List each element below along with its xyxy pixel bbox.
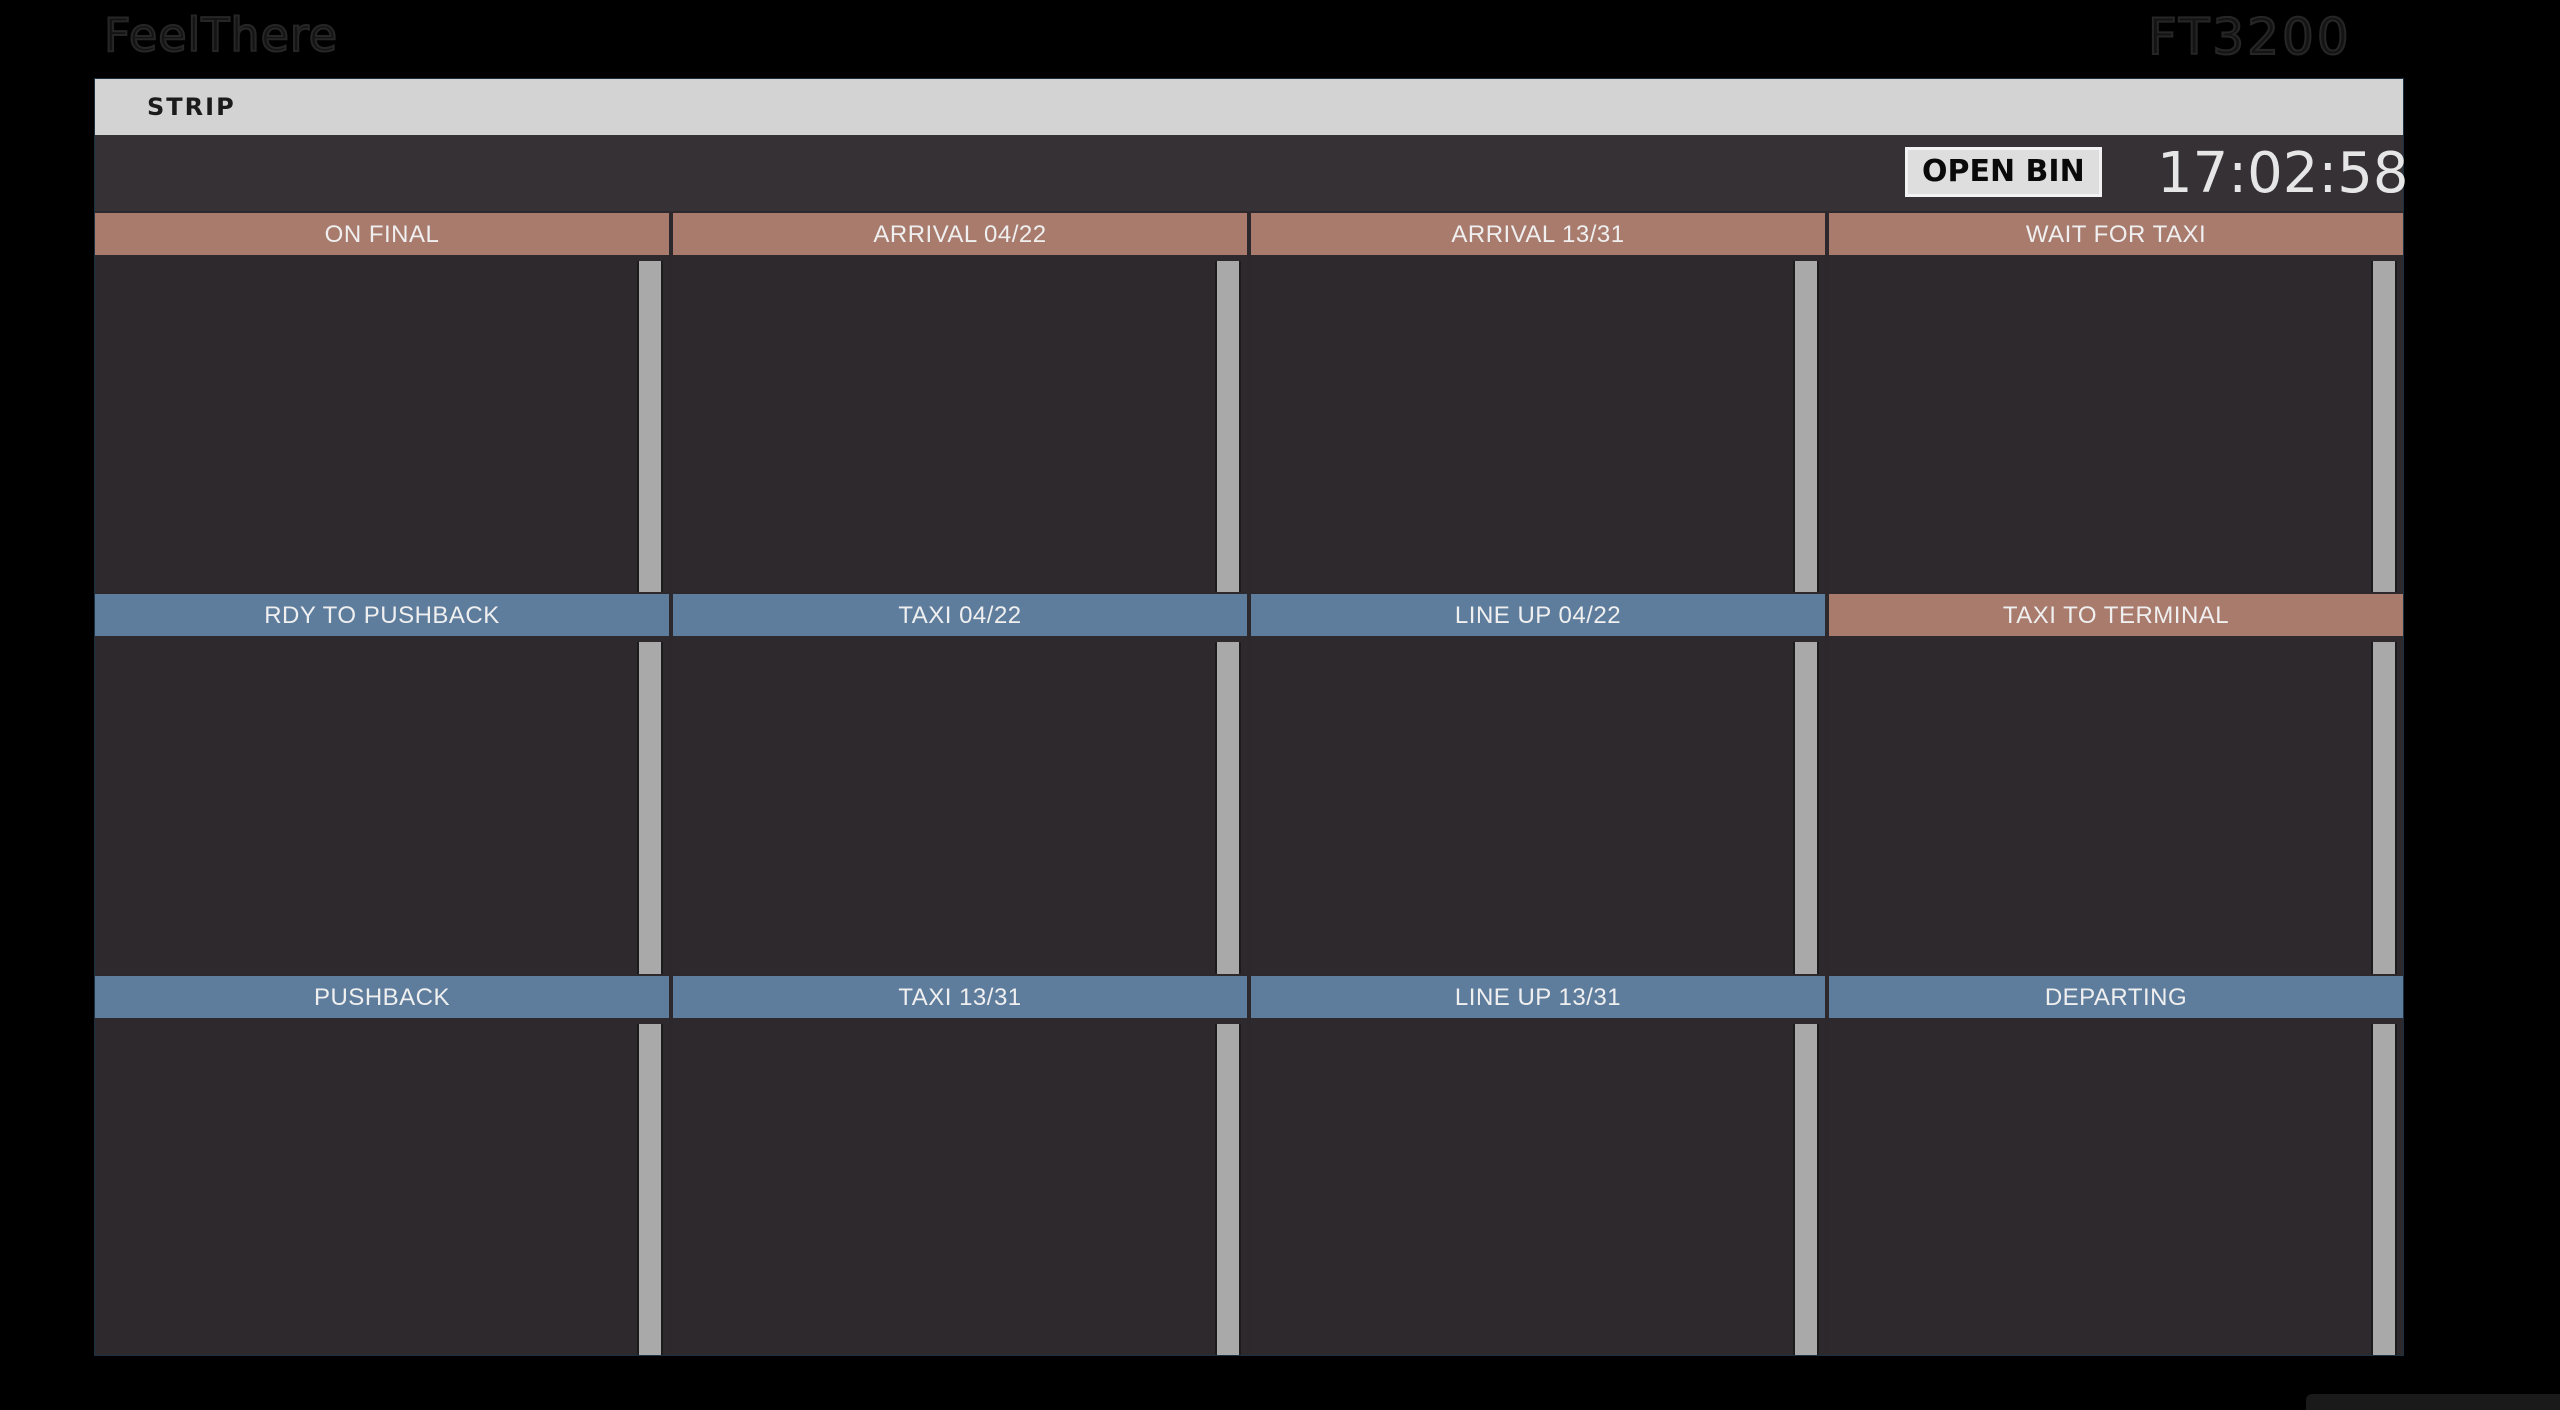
- brand-logo-feelthere: FeelThere: [103, 7, 339, 63]
- brand-logo-ft3200: FT3200: [2147, 7, 2352, 67]
- system-taskbar-edge: [2306, 1394, 2560, 1410]
- bay-scrollbar[interactable]: [637, 1023, 663, 1355]
- bay-strip-area[interactable]: [1251, 636, 1825, 974]
- bay-taxi-04-22[interactable]: TAXI 04/22: [673, 594, 1247, 974]
- strip-bay-grid: ON FINAL ARRIVAL 04/22 ARRIVAL 13/31 WAI…: [95, 213, 2403, 1355]
- bay-scrollbar[interactable]: [1215, 1023, 1241, 1355]
- bay-strip-area[interactable]: [673, 636, 1247, 974]
- bay-header: PUSHBACK: [95, 975, 669, 1018]
- bay-strip-area[interactable]: [95, 1017, 669, 1355]
- bay-header: TAXI TO TERMINAL: [1829, 594, 2403, 637]
- strip-window: STRIP OPEN BIN 17:02:58 ON FINAL ARRIVAL…: [94, 78, 2409, 1356]
- bay-wait-for-taxi[interactable]: WAIT FOR TAXI: [1829, 213, 2403, 593]
- bay-header: LINE UP 04/22: [1251, 594, 1825, 637]
- bay-header: ARRIVAL 04/22: [673, 213, 1247, 255]
- bay-header: DEPARTING: [1829, 975, 2403, 1018]
- bay-header: LINE UP 13/31: [1251, 975, 1825, 1018]
- bay-rdy-to-pushback[interactable]: RDY TO PUSHBACK: [95, 594, 669, 974]
- bay-arrival-13-31[interactable]: ARRIVAL 13/31: [1251, 213, 1825, 593]
- bay-scrollbar[interactable]: [637, 642, 663, 974]
- bay-taxi-13-31[interactable]: TAXI 13/31: [673, 975, 1247, 1355]
- strip-toolbar: OPEN BIN 17:02:58: [95, 135, 2409, 211]
- bay-line-up-04-22[interactable]: LINE UP 04/22: [1251, 594, 1825, 974]
- bay-header: ON FINAL: [95, 213, 669, 255]
- bay-strip-area[interactable]: [673, 255, 1247, 593]
- bay-scrollbar[interactable]: [1793, 642, 1819, 974]
- clock-display: 17:02:58: [2157, 141, 2409, 206]
- bay-taxi-to-terminal[interactable]: TAXI TO TERMINAL: [1829, 594, 2403, 974]
- bay-header: RDY TO PUSHBACK: [95, 594, 669, 637]
- bay-header: TAXI 13/31: [673, 975, 1247, 1018]
- bay-departing[interactable]: DEPARTING: [1829, 975, 2403, 1355]
- bay-arrival-04-22[interactable]: ARRIVAL 04/22: [673, 213, 1247, 593]
- bay-scrollbar[interactable]: [2371, 1023, 2397, 1355]
- bay-strip-area[interactable]: [1829, 636, 2403, 974]
- bay-on-final[interactable]: ON FINAL: [95, 213, 669, 593]
- window-titlebar[interactable]: STRIP: [95, 79, 2403, 135]
- bay-line-up-13-31[interactable]: LINE UP 13/31: [1251, 975, 1825, 1355]
- bay-strip-area[interactable]: [1251, 255, 1825, 593]
- bay-strip-area[interactable]: [1829, 1017, 2403, 1355]
- bay-strip-area[interactable]: [95, 636, 669, 974]
- bay-pushback[interactable]: PUSHBACK: [95, 975, 669, 1355]
- bay-header: ARRIVAL 13/31: [1251, 213, 1825, 255]
- bay-header: TAXI 04/22: [673, 594, 1247, 637]
- bay-strip-area[interactable]: [1829, 255, 2403, 593]
- window-title: STRIP: [147, 93, 236, 121]
- bay-scrollbar[interactable]: [1793, 261, 1819, 593]
- bay-scrollbar[interactable]: [2371, 642, 2397, 974]
- bay-strip-area[interactable]: [95, 255, 669, 593]
- bay-scrollbar[interactable]: [1793, 1023, 1819, 1355]
- bay-strip-area[interactable]: [1251, 1017, 1825, 1355]
- open-bin-button[interactable]: OPEN BIN: [1905, 147, 2102, 197]
- bay-scrollbar[interactable]: [2371, 261, 2397, 593]
- bay-scrollbar[interactable]: [637, 261, 663, 593]
- bay-strip-area[interactable]: [673, 1017, 1247, 1355]
- bay-scrollbar[interactable]: [1215, 642, 1241, 974]
- bay-scrollbar[interactable]: [1215, 261, 1241, 593]
- bay-header: WAIT FOR TAXI: [1829, 213, 2403, 255]
